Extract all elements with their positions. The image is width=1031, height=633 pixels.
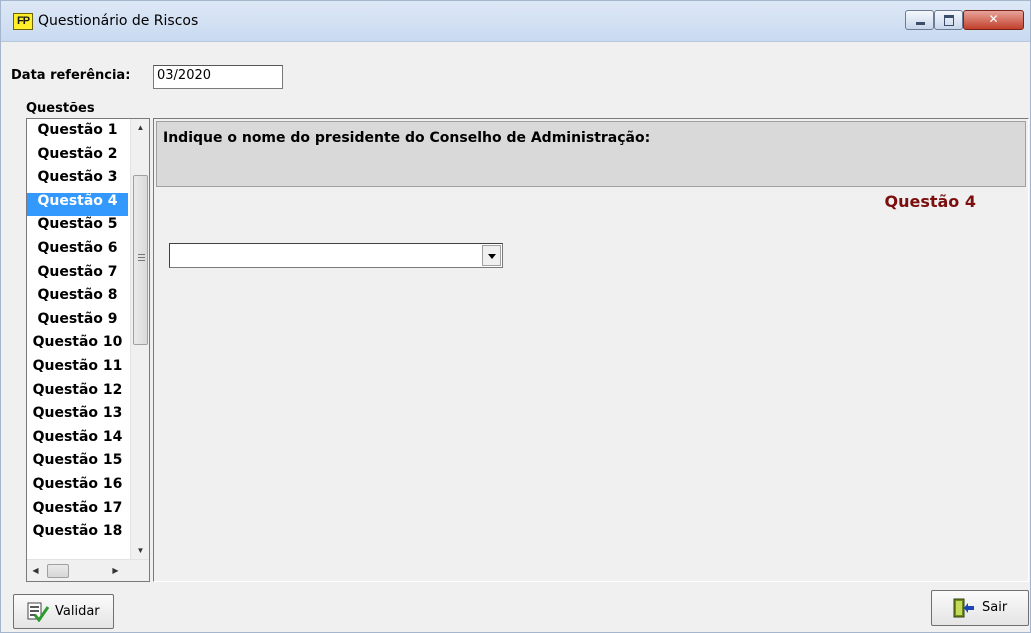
question-list-item[interactable]: Questão 4	[27, 192, 128, 217]
questions-list: Questão 1 Questão 2 Questão 3 Questão 4 Ques…	[27, 122, 128, 547]
dropdown-arrow-icon[interactable]	[482, 245, 501, 266]
validate-checklist-icon	[27, 602, 50, 622]
question-list-item[interactable]: Questão 12	[27, 382, 128, 406]
question-list-item[interactable]: Questão 17	[27, 500, 128, 524]
questions-label: Questões	[26, 101, 95, 116]
title-bar[interactable]: FP Questionário de Riscos	[1, 1, 1030, 42]
app-logo-icon: FP	[13, 13, 33, 30]
window-title: Questionário de Riscos	[38, 13, 199, 29]
vertical-scroll-thumb[interactable]	[133, 175, 148, 345]
questions-listbox[interactable]: Questão 1 Questão 2 Questão 3 Questão 4 Ques…	[26, 118, 150, 582]
maximize-button[interactable]	[934, 10, 963, 30]
scroll-down-icon[interactable]: ▼	[131, 542, 149, 559]
question-list-item[interactable]: Questão 5	[27, 216, 128, 240]
exit-button[interactable]: Sair	[931, 590, 1029, 626]
scroll-right-icon[interactable]: ▶	[107, 560, 124, 581]
date-reference-field[interactable]: 03/2020	[153, 65, 283, 89]
question-number: Questão 4	[884, 192, 976, 211]
grip-icon	[138, 254, 145, 261]
date-label: Data referência:	[11, 68, 131, 83]
minimize-button[interactable]	[905, 10, 934, 30]
vertical-scrollbar[interactable]: ▲ ▼	[130, 119, 149, 559]
horizontal-scroll-thumb[interactable]	[47, 564, 69, 578]
close-icon	[964, 11, 1023, 29]
question-list-item[interactable]: Questão 16	[27, 476, 128, 500]
question-list-item[interactable]: Questão 9	[27, 311, 128, 335]
question-list-item[interactable]: Questão 1	[27, 122, 128, 146]
question-list-item[interactable]: Questão 3	[27, 169, 128, 193]
close-button[interactable]	[963, 10, 1024, 30]
question-list-item[interactable]: Questão 6	[27, 240, 128, 264]
minimize-icon	[906, 11, 933, 29]
question-list-item[interactable]: Questão 13	[27, 405, 128, 429]
validate-label: Validar	[55, 604, 100, 619]
question-list-item[interactable]: Questão 15	[27, 452, 128, 476]
question-panel: Indique o nome do presidente do Conselho…	[153, 118, 1029, 582]
exit-label: Sair	[982, 600, 1008, 615]
validate-button[interactable]: Validar	[13, 594, 114, 629]
question-list-item[interactable]: Questão 10	[27, 334, 128, 358]
question-list-item[interactable]: Questão 2	[27, 146, 128, 170]
question-list-item[interactable]: Questão 18	[27, 523, 128, 547]
app-window: FP Questionário de Riscos Data referênci…	[0, 0, 1031, 633]
question-text: Indique o nome do presidente do Conselho…	[163, 130, 651, 146]
scroll-up-icon[interactable]: ▲	[131, 119, 149, 136]
scroll-left-icon[interactable]: ◀	[27, 560, 44, 581]
answer-combobox[interactable]	[169, 243, 503, 268]
question-list-item[interactable]: Questão 11	[27, 358, 128, 382]
question-list-item[interactable]: Questão 8	[27, 287, 128, 311]
maximize-icon	[935, 11, 962, 29]
question-list-item[interactable]: Questão 7	[27, 264, 128, 288]
exit-door-icon	[953, 598, 974, 618]
question-box: Indique o nome do presidente do Conselho…	[156, 121, 1026, 187]
horizontal-scrollbar[interactable]: ◀ ▶	[27, 559, 149, 581]
question-list-item[interactable]: Questão 14	[27, 429, 128, 453]
